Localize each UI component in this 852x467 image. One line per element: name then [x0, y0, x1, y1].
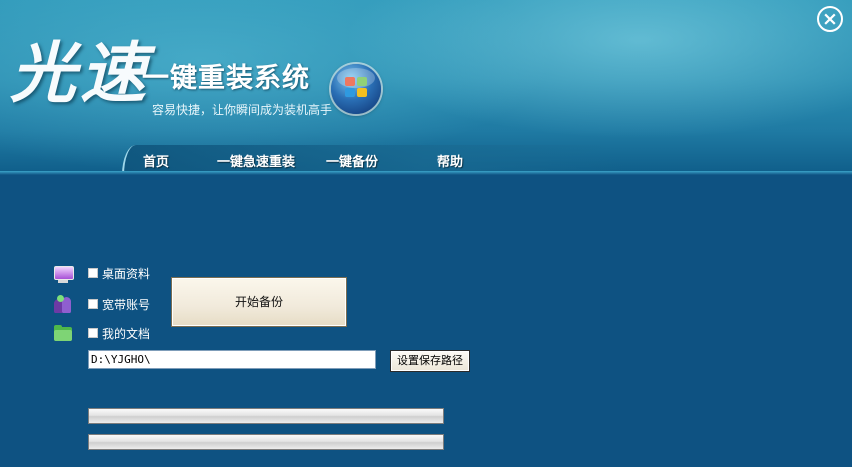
start-backup-button[interactable]: 开始备份: [171, 277, 347, 327]
folder-icon: [52, 324, 74, 344]
close-button[interactable]: ×: [817, 6, 843, 32]
nav-item-help[interactable]: 帮助: [437, 151, 463, 170]
progress-bar-2: [88, 434, 444, 450]
brand-title: 一键重装系统: [142, 63, 310, 94]
nav-item-home[interactable]: 首页: [143, 151, 169, 170]
header-banner: 光 速 一键重装系统 容易快捷，让你瞬间成为装机高手 × 首页 一键急速重装 一…: [0, 0, 852, 175]
broadband-account-label: 宽带账号: [102, 298, 151, 312]
progress-bar-1: [88, 408, 444, 424]
nav-item-backup[interactable]: 一键备份: [326, 151, 378, 170]
desktop-files-label: 桌面资料: [102, 267, 151, 281]
save-path-input[interactable]: [88, 350, 376, 369]
brand-char-guang: 光: [10, 34, 76, 112]
nav-item-quick-reinstall[interactable]: 一键急速重装: [217, 151, 295, 170]
monitor-icon: [52, 264, 74, 284]
windows-logo-icon: [331, 64, 381, 114]
brand-slogan: 容易快捷，让你瞬间成为装机高手: [152, 103, 333, 117]
users-icon: [52, 295, 74, 315]
close-icon: ×: [822, 8, 838, 30]
my-documents-label: 我的文档: [102, 327, 151, 341]
set-save-path-button[interactable]: 设置保存路径: [390, 350, 470, 372]
desktop-files-checkbox[interactable]: [88, 268, 98, 278]
app-window: 光 速 一键重装系统 容易快捷，让你瞬间成为装机高手 × 首页 一键急速重装 一…: [0, 0, 852, 467]
broadband-account-checkbox[interactable]: [88, 299, 98, 309]
brand-char-su: 速: [80, 34, 146, 112]
main-nav: 首页 一键急速重装 一键备份 帮助: [0, 145, 852, 175]
my-documents-checkbox[interactable]: [88, 328, 98, 338]
